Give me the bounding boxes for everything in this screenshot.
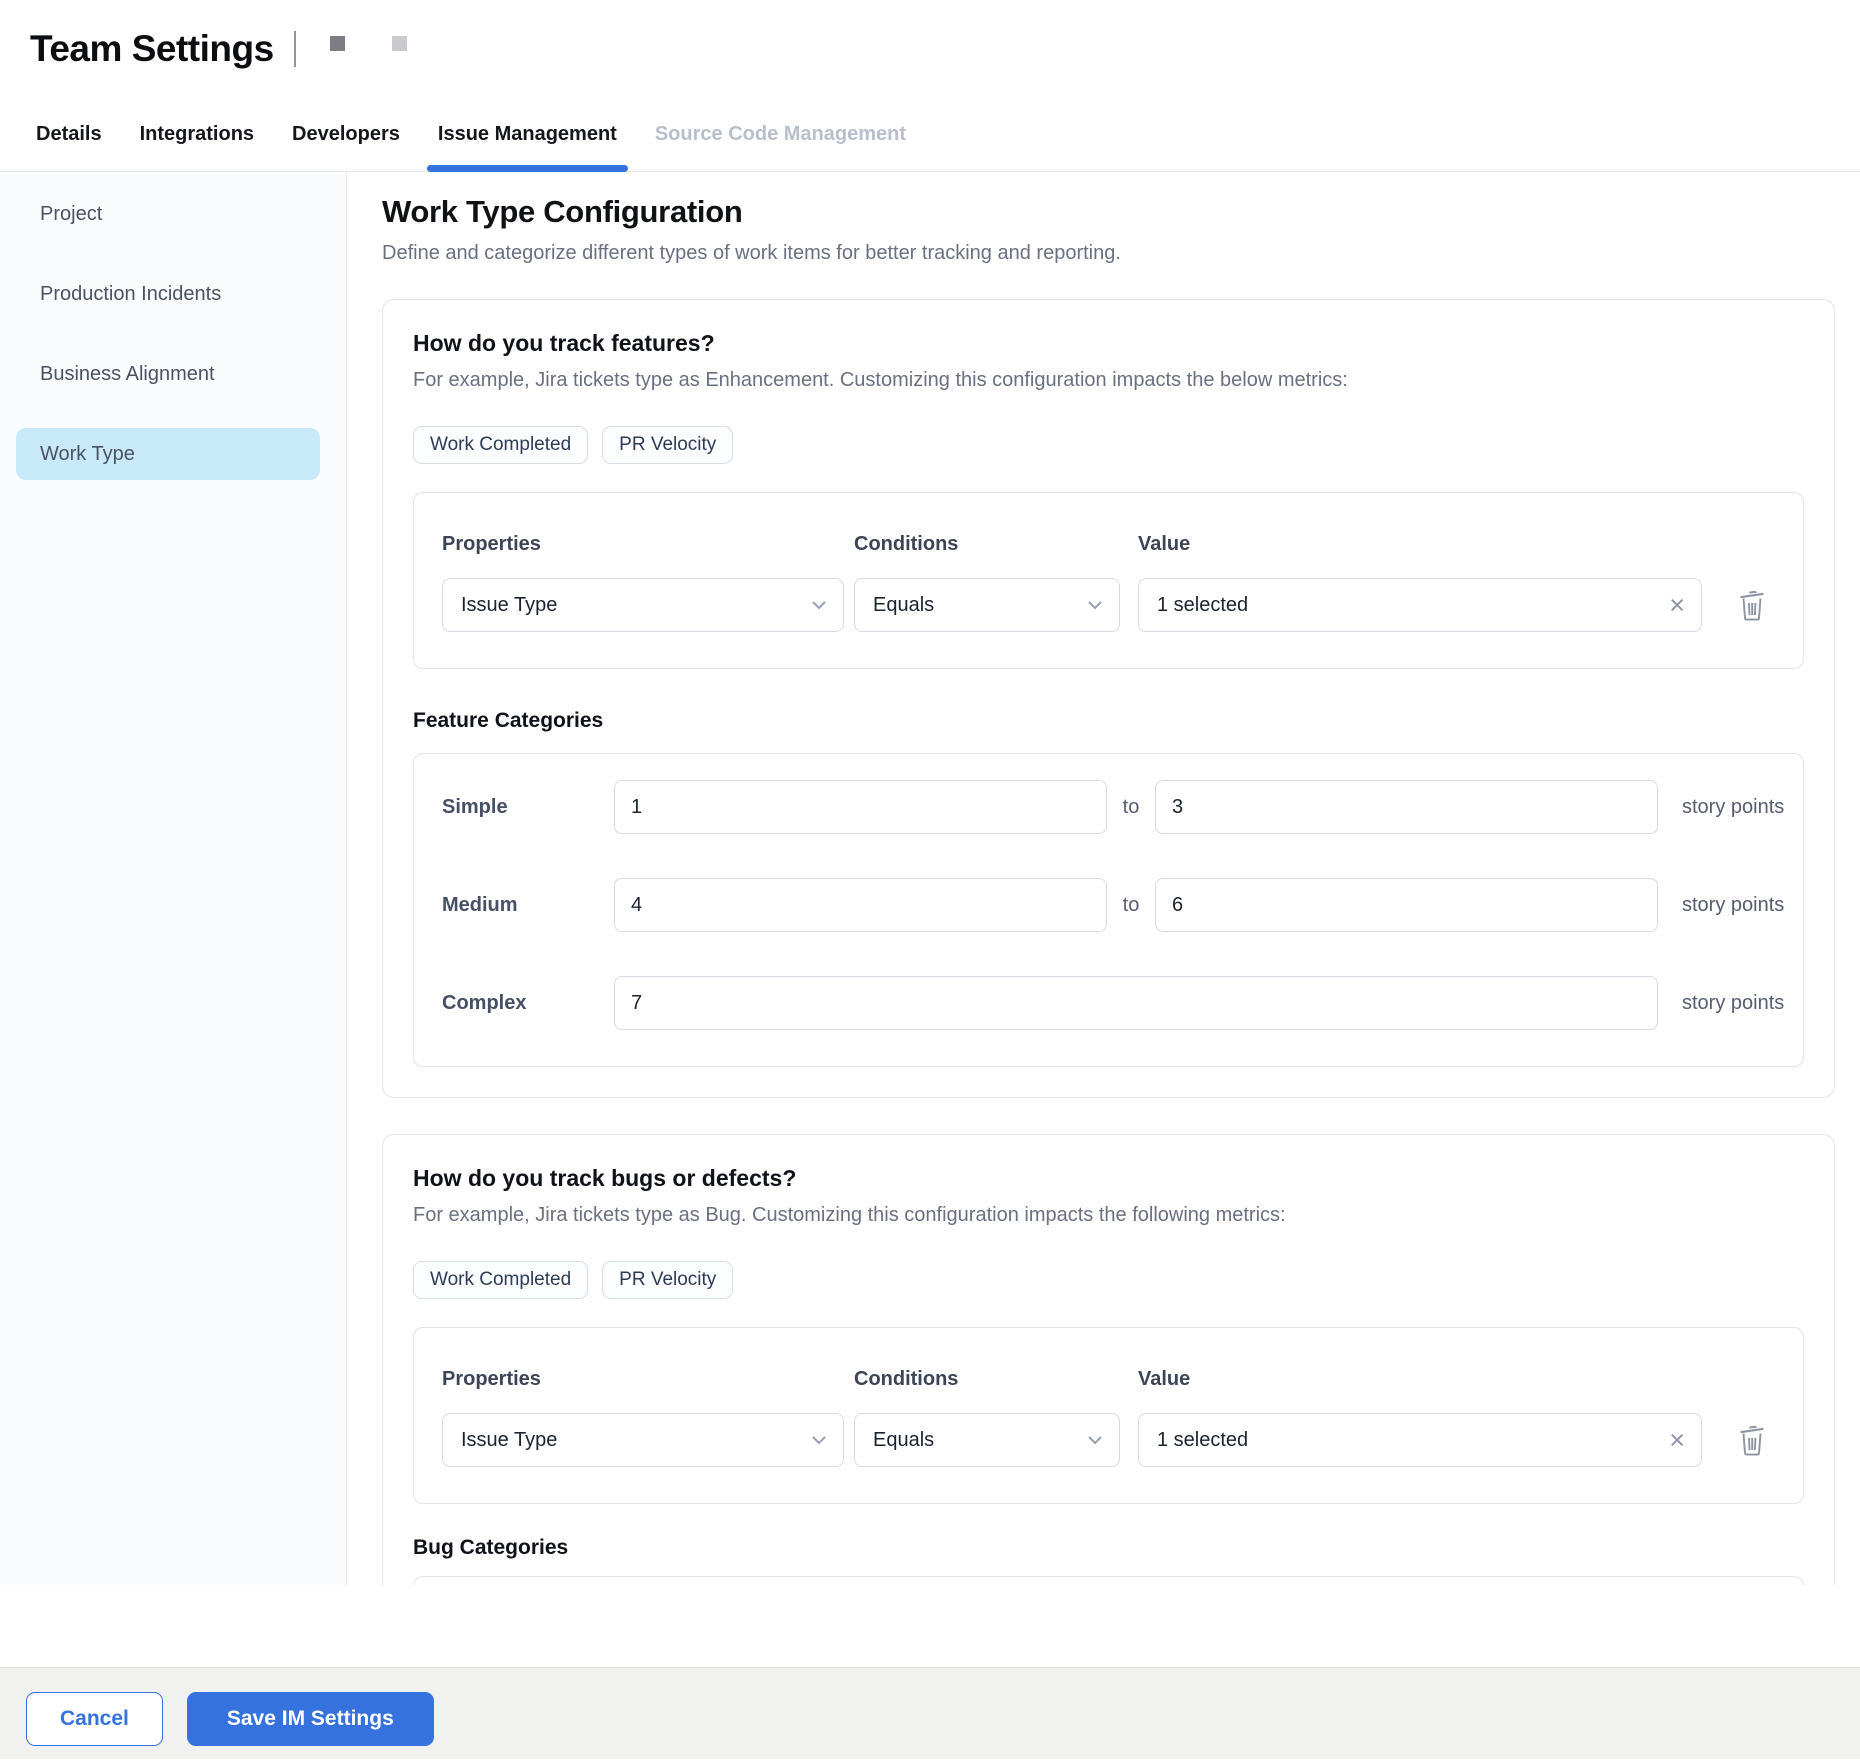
simple-to-input[interactable]: [1155, 780, 1658, 834]
trash-icon: [1737, 588, 1767, 621]
medium-from-input[interactable]: [614, 878, 1107, 932]
category-label: Medium: [442, 894, 614, 917]
app-header: Team Settings: [0, 0, 1860, 98]
sidebar-item-production-incidents[interactable]: Production Incidents: [16, 268, 320, 320]
main-content: Work Type Configuration Define and categ…: [347, 172, 1860, 1585]
story-points-label: story points: [1682, 894, 1784, 917]
chevron-down-icon: [811, 1435, 827, 1445]
page-title: Work Type Configuration: [382, 194, 1835, 230]
footer-action-bar: Cancel Save IM Settings: [0, 1667, 1860, 1759]
category-label: Complex: [442, 992, 614, 1015]
chip-work-completed: Work Completed: [413, 1261, 588, 1299]
conditions-column-label: Conditions: [854, 1368, 1120, 1391]
bug-categories-panel: [413, 1576, 1804, 1585]
complex-from-input[interactable]: [614, 976, 1658, 1030]
properties-column-label: Properties: [442, 533, 844, 556]
chevron-down-icon: [811, 600, 827, 610]
story-points-label: story points: [1682, 992, 1784, 1015]
medium-to-input[interactable]: [1155, 878, 1658, 932]
feature-metric-chips: Work Completed PR Velocity: [413, 426, 1804, 464]
to-label: to: [1107, 796, 1155, 819]
content-area: Project Production Incidents Business Al…: [0, 172, 1860, 1585]
clear-selection-icon[interactable]: ×: [1669, 1427, 1685, 1454]
to-label: to: [1107, 894, 1155, 917]
condition-select-value: Equals: [873, 594, 934, 617]
category-row-medium: Medium to story points: [442, 878, 1775, 932]
feature-card: How do you track features? For example, …: [382, 299, 1835, 1098]
sidebar-item-project[interactable]: Project: [16, 188, 320, 240]
value-column-label: Value: [1138, 533, 1702, 556]
bug-card: How do you track bugs or defects? For ex…: [382, 1134, 1835, 1585]
value-multiselect[interactable]: 1 selected ×: [1138, 1413, 1702, 1467]
title-divider: [294, 31, 296, 67]
trash-icon: [1737, 1423, 1767, 1456]
feature-rule-panel: Properties Issue Type Conditions Equals: [413, 492, 1804, 669]
value-multiselect[interactable]: 1 selected ×: [1138, 578, 1702, 632]
bug-card-description: For example, Jira tickets type as Bug. C…: [413, 1204, 1804, 1227]
tab-integrations[interactable]: Integrations: [129, 98, 265, 171]
property-select-value: Issue Type: [461, 1429, 557, 1452]
bug-categories-title: Bug Categories: [413, 1536, 1804, 1560]
condition-select-value: Equals: [873, 1429, 934, 1452]
feature-card-description: For example, Jira tickets type as Enhanc…: [413, 369, 1804, 392]
feature-card-heading: How do you track features?: [413, 330, 1804, 357]
bug-rule-panel: Properties Issue Type Conditions Equals: [413, 1327, 1804, 1504]
sidebar-item-business-alignment[interactable]: Business Alignment: [16, 348, 320, 400]
feature-categories-panel: Simple to story points Medium to story p…: [413, 753, 1804, 1067]
property-select[interactable]: Issue Type: [442, 578, 844, 632]
tab-source-code-management: Source Code Management: [644, 98, 917, 171]
category-row-complex: Complex story points: [442, 976, 1775, 1030]
delete-rule-button[interactable]: [1736, 587, 1768, 621]
properties-column-label: Properties: [442, 1368, 844, 1391]
feature-categories-title: Feature Categories: [413, 709, 1804, 733]
condition-select[interactable]: Equals: [854, 1413, 1120, 1467]
simple-from-input[interactable]: [614, 780, 1107, 834]
save-im-settings-button[interactable]: Save IM Settings: [187, 1692, 434, 1746]
value-selected-count: 1 selected: [1157, 594, 1248, 617]
sidebar: Project Production Incidents Business Al…: [0, 172, 347, 1585]
bug-card-heading: How do you track bugs or defects?: [413, 1165, 1804, 1192]
chip-pr-velocity: PR Velocity: [602, 1261, 733, 1299]
delete-rule-button[interactable]: [1736, 1422, 1768, 1456]
bug-metric-chips: Work Completed PR Velocity: [413, 1261, 1804, 1299]
clear-selection-icon[interactable]: ×: [1669, 592, 1685, 619]
story-points-label: story points: [1682, 796, 1784, 819]
chevron-down-icon: [1087, 600, 1103, 610]
app-title: Team Settings: [30, 28, 274, 70]
value-selected-count: 1 selected: [1157, 1429, 1248, 1452]
tab-developers[interactable]: Developers: [281, 98, 411, 171]
property-select-value: Issue Type: [461, 594, 557, 617]
sidebar-item-work-type[interactable]: Work Type: [16, 428, 320, 480]
value-column-label: Value: [1138, 1368, 1702, 1391]
cancel-button[interactable]: Cancel: [26, 1692, 163, 1746]
tab-issue-management[interactable]: Issue Management: [427, 98, 628, 171]
category-row-simple: Simple to story points: [442, 780, 1775, 834]
tab-details[interactable]: Details: [25, 98, 113, 171]
footer-spacer: [0, 1585, 1860, 1667]
placeholder-icon-light: [392, 36, 407, 51]
chip-pr-velocity: PR Velocity: [602, 426, 733, 464]
conditions-column-label: Conditions: [854, 533, 1120, 556]
category-label: Simple: [442, 796, 614, 819]
chip-work-completed: Work Completed: [413, 426, 588, 464]
page-subtitle: Define and categorize different types of…: [382, 242, 1835, 265]
placeholder-icon-dark: [330, 36, 345, 51]
chevron-down-icon: [1087, 1435, 1103, 1445]
condition-select[interactable]: Equals: [854, 578, 1120, 632]
property-select[interactable]: Issue Type: [442, 1413, 844, 1467]
tab-bar: Details Integrations Developers Issue Ma…: [0, 98, 1860, 172]
